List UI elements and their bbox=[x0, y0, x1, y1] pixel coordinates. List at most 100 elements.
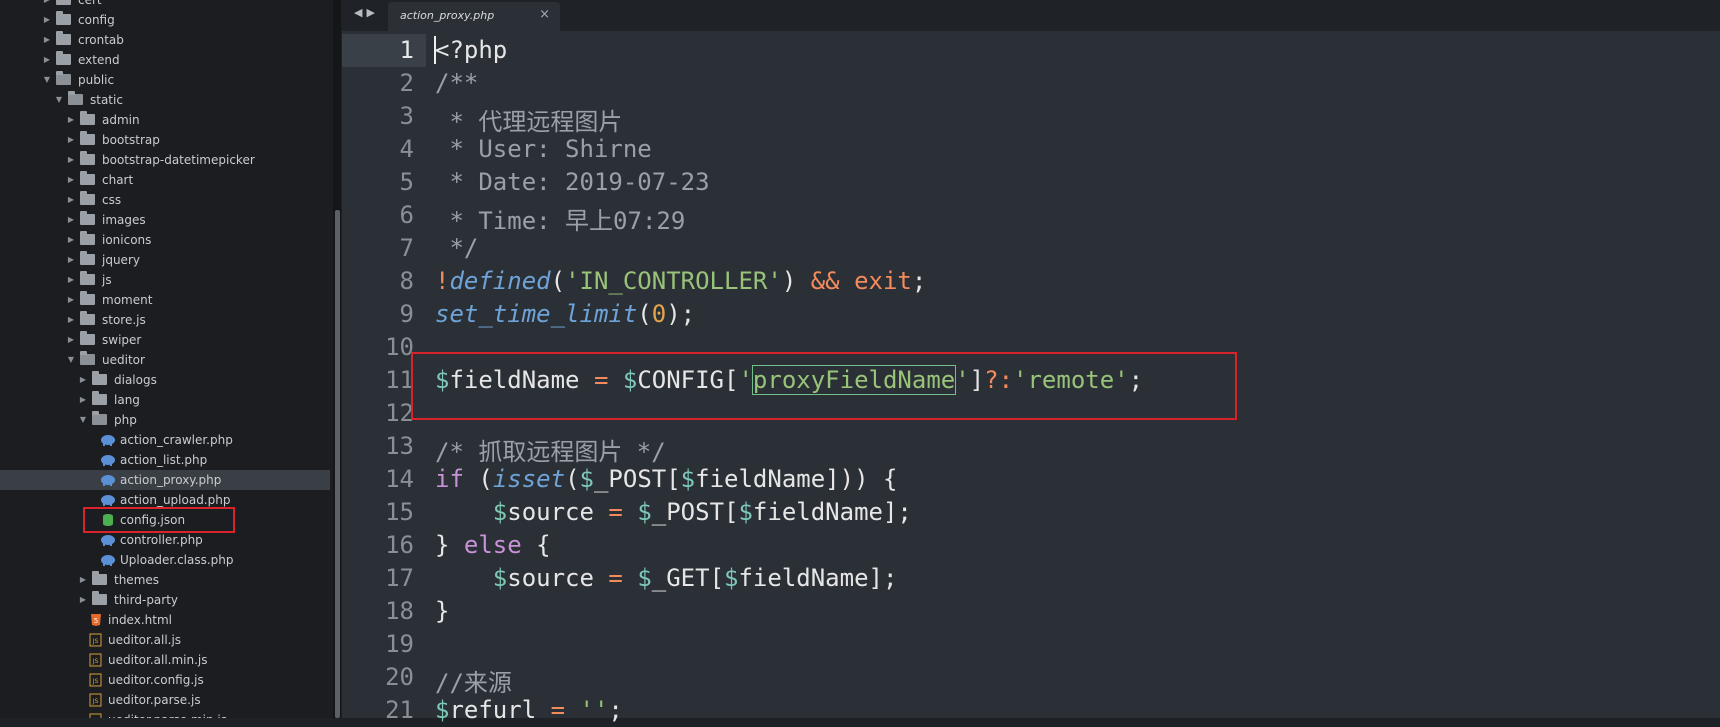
tree-file[interactable]: JS ueditor.parse.js bbox=[0, 690, 330, 710]
sidebar-scrollbar-thumb[interactable] bbox=[335, 210, 340, 718]
code-line[interactable]: 1 <?php bbox=[342, 34, 1720, 67]
code-line[interactable]: 2 /** bbox=[342, 67, 1720, 100]
tab-close-icon[interactable]: × bbox=[539, 7, 550, 22]
collapse-arrow-icon[interactable]: ▶ bbox=[78, 390, 88, 410]
tab-nav-arrows[interactable]: ◀▶ bbox=[354, 6, 379, 19]
code-text[interactable]: /* 抓取远程图片 */ bbox=[435, 432, 666, 467]
code-text[interactable]: if (isset($_POST[$fieldName])) { bbox=[435, 465, 897, 493]
tree-folder[interactable]: ▶ third-party bbox=[0, 590, 330, 610]
tree-folder[interactable]: ▶ bootstrap bbox=[0, 130, 330, 150]
collapse-arrow-icon[interactable]: ▶ bbox=[66, 210, 76, 230]
tree-folder[interactable]: ▶ themes bbox=[0, 570, 330, 590]
tree-file[interactable]: action_crawler.php bbox=[0, 430, 330, 450]
code-line[interactable]: 4 * User: Shirne bbox=[342, 133, 1720, 166]
tree-folder[interactable]: ▶ lang bbox=[0, 390, 330, 410]
code-text[interactable]: * Time: 早上07:29 bbox=[435, 201, 685, 236]
code-line[interactable]: 3 * 代理远程图片 bbox=[342, 100, 1720, 136]
tree-folder[interactable]: ▶ chart bbox=[0, 170, 330, 190]
code-text[interactable]: !defined('IN_CONTROLLER') && exit; bbox=[435, 267, 926, 295]
collapse-arrow-icon[interactable]: ▶ bbox=[66, 310, 76, 330]
tree-folder[interactable]: ▶ extend bbox=[0, 50, 330, 70]
collapse-arrow-icon[interactable]: ▶ bbox=[66, 190, 76, 210]
code-line[interactable]: 9 set_time_limit(0); bbox=[342, 298, 1720, 331]
code-line[interactable]: 5 * Date: 2019-07-23 bbox=[342, 166, 1720, 199]
code-line[interactable]: 15 $source = $_POST[$fieldName]; bbox=[342, 496, 1720, 529]
collapse-arrow-icon[interactable]: ▶ bbox=[42, 50, 52, 70]
back-arrow-icon[interactable]: ◀ bbox=[354, 6, 366, 19]
code-editor[interactable]: ◀▶ action_proxy.php × 1 <?php 2 /** 3 * 代理远程… bbox=[342, 0, 1720, 724]
tree-folder[interactable]: ▶ moment bbox=[0, 290, 330, 310]
tree-file[interactable]: 5 index.html bbox=[0, 610, 330, 630]
code-line[interactable]: 19 bbox=[342, 628, 1720, 661]
code-text[interactable]: $refurl = ''; bbox=[435, 696, 623, 724]
collapse-arrow-icon[interactable]: ▶ bbox=[66, 110, 76, 130]
tree-file[interactable]: JS ueditor.parse.min.js bbox=[0, 710, 330, 718]
collapse-arrow-icon[interactable]: ▶ bbox=[66, 130, 76, 150]
collapse-arrow-icon[interactable]: ▶ bbox=[78, 370, 88, 390]
code-text[interactable]: //来源 bbox=[435, 663, 512, 698]
collapse-arrow-icon[interactable]: ▶ bbox=[42, 0, 52, 10]
code-line[interactable]: 18} bbox=[342, 595, 1720, 628]
expand-arrow-icon[interactable]: ▼ bbox=[78, 410, 88, 430]
code-text[interactable]: /** bbox=[435, 69, 478, 97]
collapse-arrow-icon[interactable]: ▶ bbox=[78, 590, 88, 610]
tree-file[interactable]: controller.php bbox=[0, 530, 330, 550]
code-line[interactable]: 6 * Time: 早上07:29 bbox=[342, 199, 1720, 235]
collapse-arrow-icon[interactable]: ▶ bbox=[66, 170, 76, 190]
collapse-arrow-icon[interactable]: ▶ bbox=[66, 270, 76, 290]
tab-action-proxy[interactable]: action_proxy.php × bbox=[388, 2, 560, 31]
tree-folder[interactable]: ▶ js bbox=[0, 270, 330, 290]
expand-arrow-icon[interactable]: ▼ bbox=[54, 90, 64, 110]
tree-folder[interactable]: ▶ swiper bbox=[0, 330, 330, 350]
tree-folder[interactable]: ▶ images bbox=[0, 210, 330, 230]
code-line[interactable]: 20 //来源 bbox=[342, 661, 1720, 697]
collapse-arrow-icon[interactable]: ▶ bbox=[66, 150, 76, 170]
code-text[interactable]: } bbox=[435, 597, 449, 625]
tree-folder[interactable]: ▶ config bbox=[0, 10, 330, 30]
tree-folder[interactable]: ▼ php bbox=[0, 410, 330, 430]
tree-file[interactable]: JS ueditor.config.js bbox=[0, 670, 330, 690]
code-text[interactable]: * Date: 2019-07-23 bbox=[435, 168, 709, 196]
collapse-arrow-icon[interactable]: ▶ bbox=[66, 290, 76, 310]
expand-arrow-icon[interactable]: ▼ bbox=[66, 350, 76, 370]
tree-file[interactable]: Uploader.class.php bbox=[0, 550, 330, 570]
code-text[interactable]: * 代理远程图片 bbox=[435, 102, 622, 137]
code-line[interactable]: 7 */ bbox=[342, 232, 1720, 265]
tree-file[interactable]: action_list.php bbox=[0, 450, 330, 470]
code-text[interactable]: set_time_limit(0); bbox=[435, 300, 695, 328]
tree-folder[interactable]: ▼ ueditor bbox=[0, 350, 330, 370]
code-text[interactable]: $source = $_POST[$fieldName]; bbox=[435, 498, 912, 526]
collapse-arrow-icon[interactable]: ▶ bbox=[66, 330, 76, 350]
tree-folder[interactable]: ▶ dialogs bbox=[0, 370, 330, 390]
code-text[interactable]: <?php bbox=[435, 36, 507, 64]
code-line[interactable]: 14 if (isset($_POST[$fieldName])) { bbox=[342, 463, 1720, 496]
tree-file[interactable]: action_proxy.php bbox=[0, 470, 330, 490]
collapse-arrow-icon[interactable]: ▶ bbox=[78, 570, 88, 590]
code-text[interactable]: $source = $_GET[$fieldName]; bbox=[435, 564, 898, 592]
tree-folder[interactable]: ▶ css bbox=[0, 190, 330, 210]
code-text[interactable]: */ bbox=[435, 234, 478, 262]
code-line[interactable]: 8 !defined('IN_CONTROLLER') && exit; bbox=[342, 265, 1720, 298]
collapse-arrow-icon[interactable]: ▶ bbox=[66, 250, 76, 270]
tree-folder[interactable]: ▼ public bbox=[0, 70, 330, 90]
code-line[interactable]: 16} else { bbox=[342, 529, 1720, 562]
tree-folder[interactable]: ▶ cert bbox=[0, 0, 330, 10]
tree-file[interactable]: JS ueditor.all.js bbox=[0, 630, 330, 650]
collapse-arrow-icon[interactable]: ▶ bbox=[66, 230, 76, 250]
collapse-arrow-icon[interactable]: ▶ bbox=[42, 30, 52, 50]
tree-folder[interactable]: ▶ crontab bbox=[0, 30, 330, 50]
tree-folder[interactable]: ▶ bootstrap-datetimepicker bbox=[0, 150, 330, 170]
code-line[interactable]: 13 /* 抓取远程图片 */ bbox=[342, 430, 1720, 466]
tree-folder[interactable]: ▶ admin bbox=[0, 110, 330, 130]
tree-folder[interactable]: ▼ static bbox=[0, 90, 330, 110]
code-text[interactable]: * User: Shirne bbox=[435, 135, 651, 163]
code-line[interactable]: 17 $source = $_GET[$fieldName]; bbox=[342, 562, 1720, 595]
expand-arrow-icon[interactable]: ▼ bbox=[42, 70, 52, 90]
tree-file[interactable]: JS ueditor.all.min.js bbox=[0, 650, 330, 670]
code-line[interactable]: 21 $refurl = ''; bbox=[342, 694, 1720, 727]
tree-folder[interactable]: ▶ jquery bbox=[0, 250, 330, 270]
tree-folder[interactable]: ▶ ionicons bbox=[0, 230, 330, 250]
tree-folder[interactable]: ▶ store.js bbox=[0, 310, 330, 330]
forward-arrow-icon[interactable]: ▶ bbox=[366, 6, 378, 19]
collapse-arrow-icon[interactable]: ▶ bbox=[42, 10, 52, 30]
